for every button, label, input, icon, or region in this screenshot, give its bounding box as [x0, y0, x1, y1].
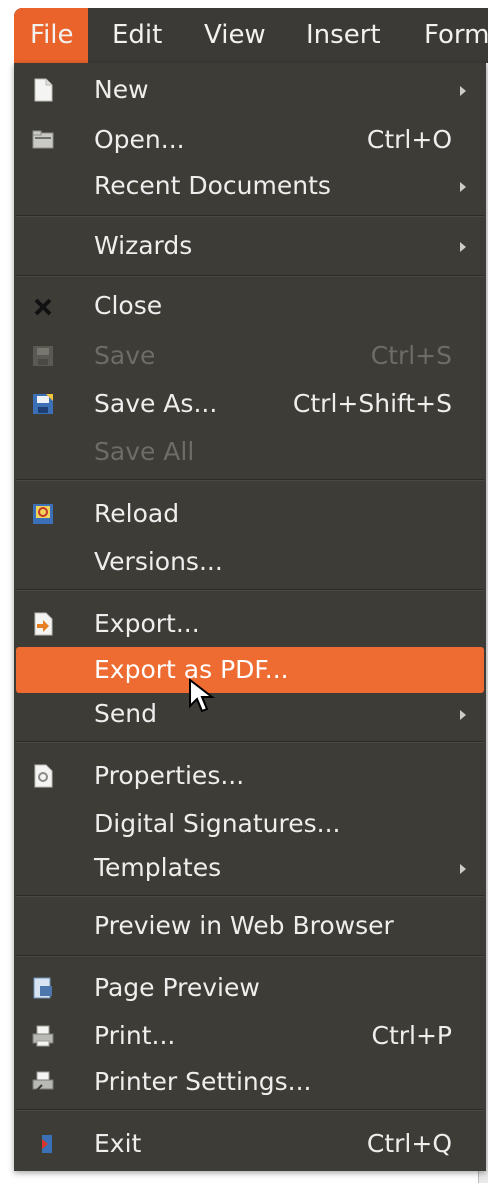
menu-item-export-as-pdf[interactable]: Export as PDF...	[16, 647, 484, 693]
exit-icon	[34, 1135, 52, 1153]
shortcut-label: Ctrl+P	[371, 1021, 452, 1050]
document-edge	[0, 0, 14, 1183]
page-preview-icon	[33, 977, 52, 999]
menu-separator	[16, 275, 484, 277]
menu-item-label: Recent Documents	[94, 171, 331, 200]
menu-item-label: Templates	[94, 853, 222, 882]
submenu-arrow-icon	[460, 242, 466, 252]
mouse-cursor-icon	[189, 678, 215, 713]
menu-item-preview-in-web-browser[interactable]: Preview in Web Browser	[14, 903, 486, 949]
menu-separator	[16, 895, 484, 897]
menu-item-exit[interactable]: Exit Ctrl+Q	[14, 1121, 486, 1167]
menu-item-label: Page Preview	[94, 973, 260, 1002]
submenu-arrow-icon	[460, 864, 466, 874]
menu-item-label: Close	[94, 291, 163, 320]
menu-item-label: Exit	[94, 1129, 142, 1158]
menu-item-wizards[interactable]: Wizards	[14, 223, 486, 269]
menu-item-page-preview[interactable]: Page Preview	[14, 965, 486, 1011]
menu-item-save[interactable]: Save Ctrl+S	[14, 333, 486, 379]
close-icon	[34, 298, 52, 316]
reload-icon	[33, 504, 53, 524]
menu-item-digital-signatures[interactable]: Digital Signatures...	[14, 801, 486, 847]
menu-item-save-as[interactable]: Save As... Ctrl+Shift+S	[14, 381, 486, 427]
menu-item-label: Printer Settings...	[94, 1067, 312, 1096]
menu-item-versions[interactable]: Versions...	[14, 539, 486, 585]
printer-settings-icon	[32, 1071, 54, 1093]
menu-file[interactable]: File	[14, 8, 88, 63]
shortcut-label: Ctrl+Shift+S	[292, 389, 452, 418]
menu-view[interactable]: View	[190, 8, 280, 63]
menu-item-close[interactable]: Close	[14, 283, 486, 329]
file-menu: New Open... Ctrl+O Recent Documents Wiza…	[14, 63, 486, 1171]
save-icon	[33, 346, 53, 366]
menu-item-save-all[interactable]: Save All	[14, 429, 486, 475]
menu-separator	[16, 741, 484, 743]
menu-item-templates[interactable]: Templates	[14, 845, 486, 891]
menu-item-recent-documents[interactable]: Recent Documents	[14, 163, 486, 209]
shortcut-label: Ctrl+S	[370, 341, 452, 370]
menu-item-label: Versions...	[94, 547, 223, 576]
menu-item-label: Export...	[94, 609, 200, 638]
menu-item-label: Preview in Web Browser	[94, 911, 394, 940]
menu-separator	[16, 479, 484, 481]
menubar: File Edit View Insert Form	[14, 8, 488, 63]
menu-separator	[16, 215, 484, 217]
menu-edit[interactable]: Edit	[98, 8, 176, 63]
submenu-arrow-icon	[460, 710, 466, 720]
properties-icon	[34, 764, 53, 788]
menu-item-label: Digital Signatures...	[94, 809, 341, 838]
menu-item-send[interactable]: Send	[14, 691, 486, 737]
menu-item-label: Save All	[94, 437, 195, 466]
menu-item-label: Save	[94, 341, 156, 370]
menu-item-label: New	[94, 75, 149, 104]
menu-separator	[16, 589, 484, 591]
save-as-icon	[33, 394, 53, 414]
menu-separator	[16, 1109, 484, 1111]
export-icon	[34, 612, 53, 636]
menu-item-label: Properties...	[94, 761, 245, 790]
submenu-arrow-icon	[460, 182, 466, 192]
menu-item-properties[interactable]: Properties...	[14, 753, 486, 799]
menu-insert[interactable]: Insert	[292, 8, 395, 63]
printer-icon	[32, 1025, 54, 1047]
menu-item-print[interactable]: Print... Ctrl+P	[14, 1013, 486, 1059]
menu-item-label: Reload	[94, 499, 180, 528]
menu-item-label: Print...	[94, 1021, 176, 1050]
shortcut-label: Ctrl+O	[366, 125, 452, 154]
submenu-arrow-icon	[460, 86, 466, 96]
menu-item-label: Save As...	[94, 389, 218, 418]
menu-item-label: Send	[94, 699, 157, 728]
menu-item-label: Open...	[94, 125, 185, 154]
menu-separator	[16, 955, 484, 957]
new-document-icon	[34, 78, 53, 102]
shortcut-label: Ctrl+Q	[366, 1129, 452, 1158]
menu-item-open[interactable]: Open... Ctrl+O	[14, 117, 486, 163]
menu-item-new[interactable]: New	[14, 67, 486, 113]
menu-item-printer-settings[interactable]: Printer Settings...	[14, 1059, 486, 1105]
menu-item-export[interactable]: Export...	[14, 601, 486, 647]
menu-item-reload[interactable]: Reload	[14, 491, 486, 537]
menu-form[interactable]: Form	[410, 8, 488, 63]
folder-open-icon	[32, 130, 54, 149]
menu-item-label: Wizards	[94, 231, 193, 260]
